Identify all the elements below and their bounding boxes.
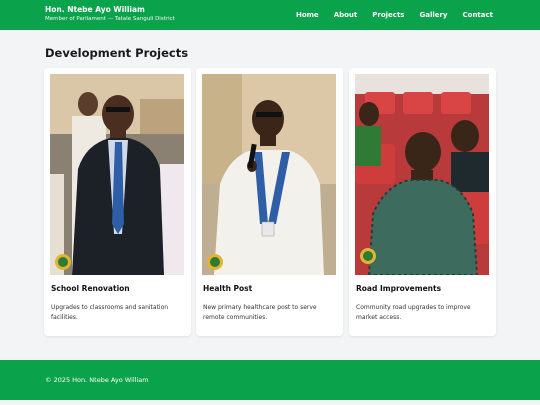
card-description: Upgrades to classrooms and sanitation fa…	[51, 304, 169, 321]
project-card-road-improvements[interactable]: Road Improvements Community road upgrade…	[349, 68, 496, 336]
footer-copyright: © 2025 Hon. Ntebe Ayo William	[45, 376, 149, 384]
brand[interactable]: Hon. Ntebe Ayo William Member of Parliam…	[45, 5, 175, 23]
nav-projects[interactable]: Projects	[372, 10, 404, 20]
project-card-health-post[interactable]: Health Post New primary healthcare post …	[196, 68, 343, 336]
card-title: School Renovation	[51, 284, 130, 293]
site-header: Hon. Ntebe Ayo William Member of Parliam…	[0, 0, 540, 30]
project-cards: School Renovation Upgrades to classrooms…	[44, 68, 496, 336]
site-footer: © 2025 Hon. Ntebe Ayo William	[0, 360, 540, 400]
card-description: New primary healthcare post to serve rem…	[203, 304, 317, 321]
nav-gallery[interactable]: Gallery	[419, 10, 447, 20]
man-seated-red-chairs-photo	[355, 74, 489, 275]
section-title: Development Projects	[45, 46, 189, 60]
man-in-suit-photo	[50, 74, 184, 275]
man-speaking-microphone-photo	[202, 74, 336, 275]
nav-home[interactable]: Home	[296, 10, 319, 20]
card-title: Road Improvements	[356, 284, 442, 293]
main-nav: Home About Projects Gallery Contact	[296, 10, 493, 20]
card-title: Health Post	[203, 284, 253, 293]
nav-contact[interactable]: Contact	[463, 10, 494, 20]
brand-name: Hon. Ntebe Ayo William	[45, 5, 145, 14]
card-description: Community road upgrades to improve marke…	[356, 304, 471, 321]
brand-subtitle: Member of Parliament — Tatale Sanguli Di…	[45, 16, 175, 22]
nav-about[interactable]: About	[334, 10, 358, 20]
project-card-school-renovation[interactable]: School Renovation Upgrades to classrooms…	[44, 68, 191, 336]
